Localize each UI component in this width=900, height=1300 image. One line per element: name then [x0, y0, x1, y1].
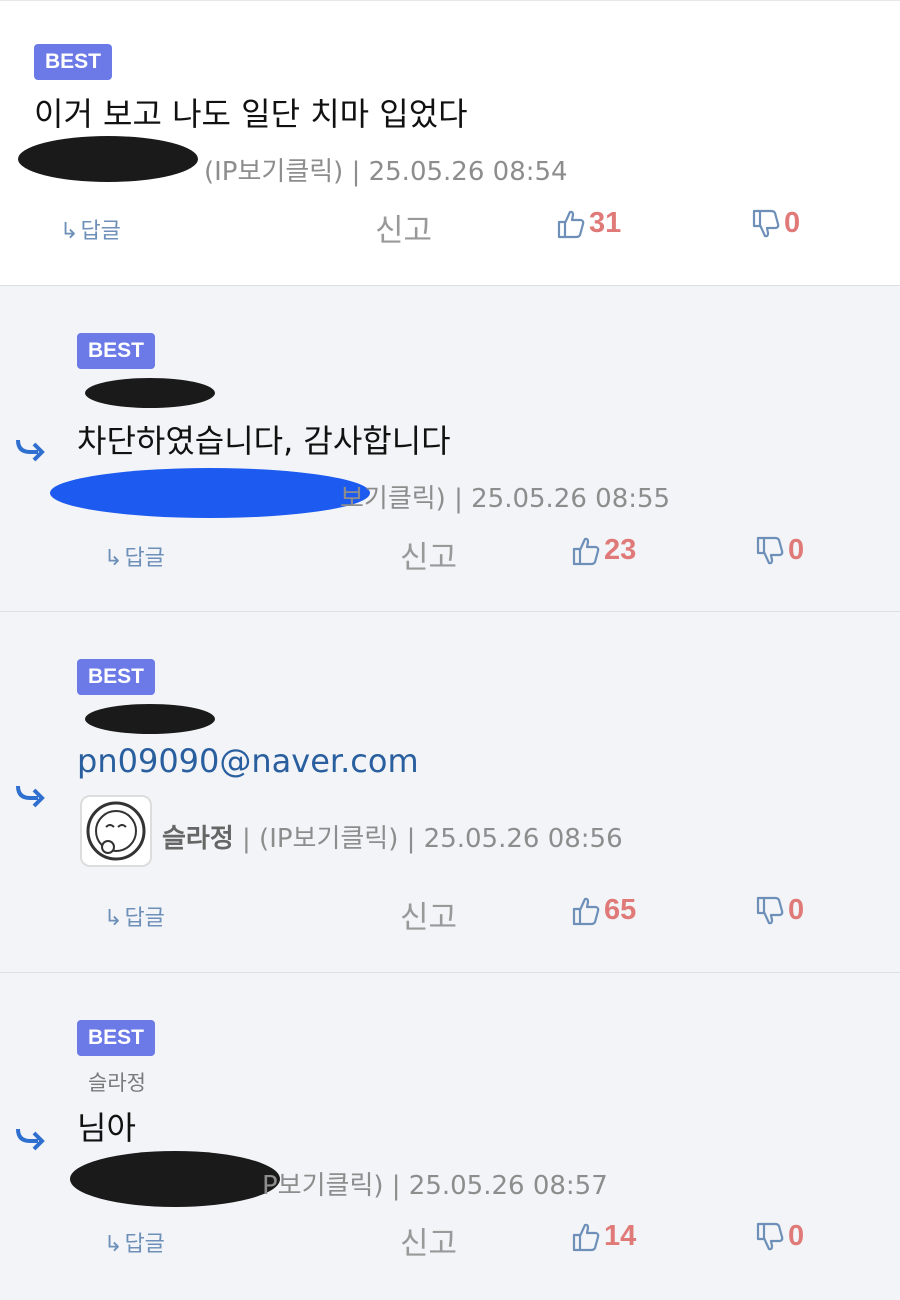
redacted-parent — [85, 704, 215, 734]
comment-2: BEST 차단하였습니다, 감사합니다 보기클릭) | 25.05.26 08:… — [0, 286, 900, 612]
best-badge: BEST — [77, 333, 155, 369]
reply-button[interactable]: ↳답글 — [104, 1226, 165, 1258]
redacted-author — [50, 468, 370, 518]
comment-actions: ↳답글 신고 31 0 — [0, 201, 900, 251]
comment-body: 이거 보고 나도 일단 치마 입었다 — [34, 95, 468, 133]
thumbs-up-icon — [572, 897, 600, 925]
comment-author: 슬라정 — [162, 824, 234, 854]
like-button[interactable]: 65 — [572, 894, 636, 927]
comment-meta: 보기클릭) | 25.05.26 08:55 — [340, 484, 671, 514]
comment-body: 차단하였습니다, 감사합니다 — [77, 422, 451, 460]
thumbs-up-icon — [557, 210, 585, 238]
thumbs-up-icon — [572, 537, 600, 565]
reply-button[interactable]: ↳답글 — [104, 900, 165, 932]
dislike-button[interactable]: 0 — [756, 534, 804, 567]
redacted-parent — [85, 378, 215, 408]
like-button[interactable]: 23 — [572, 534, 636, 567]
thumbs-down-icon — [756, 536, 784, 564]
comment-meta: (IP보기클릭) | 25.05.26 08:54 — [204, 157, 568, 187]
reply-arrow-icon — [16, 785, 45, 808]
avatar — [80, 795, 152, 867]
dislike-button[interactable]: 0 — [756, 1220, 804, 1253]
thumbs-down-icon — [756, 1222, 784, 1250]
reply-arrow-icon — [16, 1128, 45, 1151]
thumbs-down-icon — [752, 209, 780, 237]
report-button[interactable]: 신고 — [375, 205, 432, 250]
report-button[interactable]: 신고 — [400, 892, 457, 937]
best-badge: BEST — [34, 44, 112, 80]
comment-body-link[interactable]: pn09090@naver.com — [77, 742, 419, 780]
comment-actions: ↳답글 신고 14 0 — [0, 1214, 900, 1264]
report-button[interactable]: 신고 — [400, 1218, 457, 1263]
comment-meta: P보기클릭) | 25.05.26 08:57 — [262, 1171, 608, 1201]
comment-1: BEST 이거 보고 나도 일단 치마 입었다 (IP보기클릭) | 25.05… — [0, 0, 900, 286]
comment-actions: ↳답글 신고 23 0 — [0, 528, 900, 578]
like-button[interactable]: 31 — [557, 207, 621, 240]
comment-3: BEST pn09090@naver.com 슬라정 | (IP보기클릭) | … — [0, 612, 900, 973]
comment-4: BEST 슬라정 님아 P보기클릭) | 25.05.26 08:57 ↳답글 … — [0, 973, 900, 1300]
avatar-image — [86, 801, 146, 861]
comment-actions: ↳답글 신고 65 0 — [0, 888, 900, 938]
comment-body: 님아 — [77, 1109, 136, 1147]
dislike-button[interactable]: 0 — [752, 207, 800, 240]
reply-button[interactable]: ↳답글 — [60, 213, 121, 245]
reply-arrow-icon — [16, 439, 45, 462]
report-button[interactable]: 신고 — [400, 532, 457, 577]
like-button[interactable]: 14 — [572, 1220, 636, 1253]
thumbs-down-icon — [756, 896, 784, 924]
redacted-author — [18, 136, 198, 182]
comment-meta: 슬라정 | (IP보기클릭) | 25.05.26 08:56 — [162, 824, 623, 854]
redacted-author — [70, 1151, 280, 1207]
best-badge: BEST — [77, 659, 155, 695]
dislike-button[interactable]: 0 — [756, 894, 804, 927]
thumbs-up-icon — [572, 1223, 600, 1251]
reply-button[interactable]: ↳답글 — [104, 540, 165, 572]
best-badge: BEST — [77, 1020, 155, 1056]
parent-author: 슬라정 — [88, 1071, 146, 1095]
